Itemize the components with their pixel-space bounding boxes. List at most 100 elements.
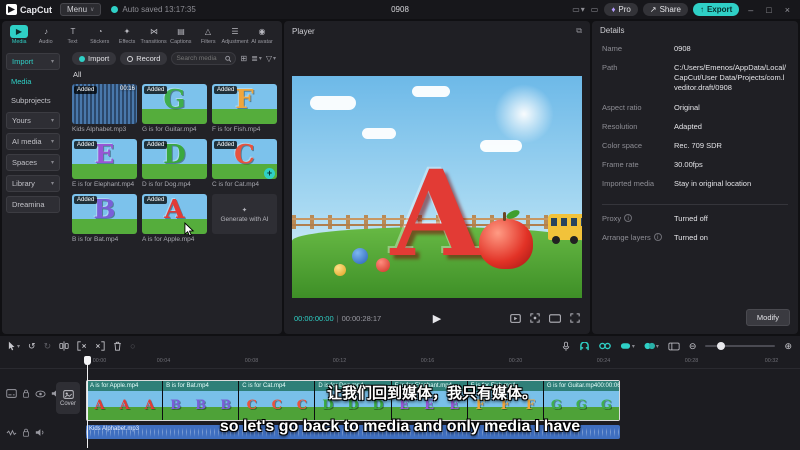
media-item-g-guitar[interactable]: G Added G is for Guitar.mp4 — [142, 84, 207, 133]
media-item-a-apple[interactable]: A Added A is for Apple.mp4 — [142, 194, 207, 243]
pro-button[interactable]: ♦ Pro — [604, 3, 638, 16]
tab-audio[interactable]: ♪ Audio — [33, 24, 59, 46]
sidebar-item-subprojects[interactable]: Subprojects — [6, 93, 60, 108]
snap-options-icon[interactable]: ▾ — [620, 342, 635, 350]
delete-left-icon[interactable] — [77, 341, 87, 351]
sidebar-item-media[interactable]: Media — [6, 74, 60, 89]
export-button[interactable]: ↑ Export — [692, 3, 740, 16]
slider-knob[interactable] — [717, 342, 726, 350]
search-input[interactable] — [176, 55, 222, 62]
undo-icon[interactable]: ↺ — [28, 341, 36, 352]
tab-text[interactable]: T Text — [60, 24, 86, 46]
cover-button[interactable]: Cover — [56, 382, 80, 414]
modify-button[interactable]: Modify — [745, 309, 790, 326]
voiceover-mic-icon[interactable] — [562, 341, 570, 352]
zoom-in-button[interactable]: ⊕ — [784, 341, 792, 352]
search-box[interactable] — [171, 52, 237, 65]
link-icon[interactable] — [599, 342, 611, 350]
select-tool-icon[interactable]: ▾ — [8, 341, 20, 351]
playhead-line[interactable] — [87, 356, 88, 448]
add-to-timeline-button[interactable]: + — [264, 168, 275, 179]
ball-graphic — [352, 248, 368, 264]
preview-quality-icon[interactable] — [510, 313, 521, 323]
clip-a-apple[interactable]: A is for Apple.mp4 AAA — [87, 381, 163, 420]
tab-filters[interactable]: △ Filters — [195, 24, 221, 46]
lock-icon[interactable] — [22, 428, 30, 437]
detail-label: Arrange layers — [602, 233, 651, 243]
tab-media[interactable]: ▶ Media — [6, 24, 32, 46]
caption-toggle-icon[interactable] — [6, 389, 17, 398]
detail-value: 30.00fps — [674, 159, 703, 169]
panel-layout-icon[interactable]: ▭ — [591, 5, 600, 14]
playhead-handle[interactable] — [84, 356, 91, 365]
media-item-c-cat[interactable]: C Added + C is for Cat.mp4 — [212, 139, 277, 188]
track-options-icon[interactable]: ▾ — [644, 342, 659, 350]
player-detach-icon[interactable]: ⧉ — [576, 26, 582, 36]
video-viewport[interactable]: A — [292, 76, 582, 298]
close-button[interactable]: × — [781, 5, 794, 15]
clip-b-bat[interactable]: B is for Bat.mp4 BBB — [163, 381, 239, 420]
sidebar-item-spaces[interactable]: Spaces ▾ — [6, 154, 60, 171]
clip-g-guitar[interactable]: G is for Guitar.mp400:00:06:09 GGG — [543, 381, 619, 420]
sidebar-item-library[interactable]: Library ▾ — [6, 175, 60, 192]
chevron-down-icon: ▾ — [50, 118, 54, 124]
tab-captions[interactable]: ▤ Captions — [168, 24, 194, 46]
tab-effects[interactable]: ✦ Effects — [114, 24, 140, 46]
tab-adjustment[interactable]: ☰ Adjustment — [222, 24, 249, 46]
split-icon[interactable] — [59, 341, 69, 351]
magnet-icon[interactable] — [579, 341, 590, 351]
media-item-d-dog[interactable]: D Added D is for Dog.mp4 — [142, 139, 207, 188]
info-icon[interactable]: i — [624, 214, 633, 223]
sidebar-item-import[interactable]: Import ▾ — [6, 53, 60, 70]
media-item-e-elephant[interactable]: E Added E is for Elephant.mp4 — [72, 139, 137, 188]
sidebar-item-ai-media[interactable]: AI media ▾ — [6, 133, 60, 150]
added-badge: Added — [144, 86, 168, 94]
record-button[interactable]: Record — [120, 52, 168, 65]
timeline-zoom-slider[interactable] — [705, 342, 776, 350]
tab-transitions[interactable]: ⋈ Transitions — [141, 24, 167, 46]
share-button[interactable]: ↗ Share — [642, 3, 688, 16]
grid-view-icon[interactable]: ⊞ — [240, 54, 247, 63]
search-icon — [225, 55, 232, 62]
tab-stickers[interactable]: ◔ Stickers — [87, 24, 113, 46]
minimize-button[interactable]: – — [744, 5, 757, 15]
player-panel: Player ⧉ A 00:00:00:00 | 00:00:28:17 ▶ — [284, 21, 590, 334]
lock-icon[interactable] — [22, 389, 30, 398]
delete-icon[interactable] — [113, 341, 122, 351]
media-item-kids-alphabet[interactable]: Added 00:16 Kids Alphabet.mp3 — [72, 84, 137, 133]
clip-c-cat[interactable]: C is for Cat.mp4 CCC — [239, 381, 315, 420]
redo-icon[interactable]: ↻ — [44, 341, 52, 352]
detail-value: Turned on — [674, 233, 708, 243]
play-button[interactable]: ▶ — [433, 312, 441, 325]
added-badge: Added — [144, 196, 168, 204]
ratio-icon[interactable] — [549, 313, 561, 323]
import-button[interactable]: Import — [72, 52, 117, 65]
zoom-out-button[interactable]: ⊖ — [689, 341, 697, 352]
sidebar-label: Spaces — [12, 158, 38, 167]
media-item-f-fish[interactable]: F Added F is for Fish.mp4 — [212, 84, 277, 133]
timeline-ruler[interactable]: 00:00 00:04 00:08 00:12 00:16 00:20 00:2… — [0, 356, 800, 369]
sidebar-item-dreamina[interactable]: Dreamina — [6, 196, 60, 213]
generate-with-ai-card[interactable]: ✦ Generate with AI — [212, 194, 277, 243]
detail-value: Rec. 709 SDR — [674, 140, 722, 150]
tab-ai-avatar[interactable]: ◉ AI avatar — [249, 24, 275, 46]
sidebar-label: Library — [12, 179, 35, 188]
mark-icon[interactable]: ○ — [130, 341, 135, 351]
hide-track-icon[interactable] — [35, 390, 46, 398]
sort-icon[interactable]: ≣ ▾ — [251, 54, 262, 63]
mute-track-icon[interactable] — [35, 428, 45, 437]
filter-icon[interactable]: ▽ ▾ — [266, 54, 276, 63]
section-label-all[interactable]: All — [66, 67, 282, 82]
detail-value: Stay in original location — [674, 179, 752, 188]
delete-right-icon[interactable] — [95, 341, 105, 351]
info-icon[interactable]: i — [653, 233, 662, 242]
menu-button[interactable]: Menu ∨ — [60, 3, 102, 16]
media-item-b-bat[interactable]: B Added B is for Bat.mp4 — [72, 194, 137, 243]
snapshot-icon[interactable] — [530, 313, 540, 323]
maximize-button[interactable]: □ — [762, 5, 775, 15]
fullscreen-icon[interactable] — [570, 313, 580, 323]
preview-axis-icon[interactable] — [668, 342, 680, 351]
sidebar-item-yours[interactable]: Yours ▾ — [6, 112, 60, 129]
details-panel-title: Details — [600, 26, 625, 35]
layout-switch-icon[interactable]: ▭▾ — [572, 5, 586, 14]
